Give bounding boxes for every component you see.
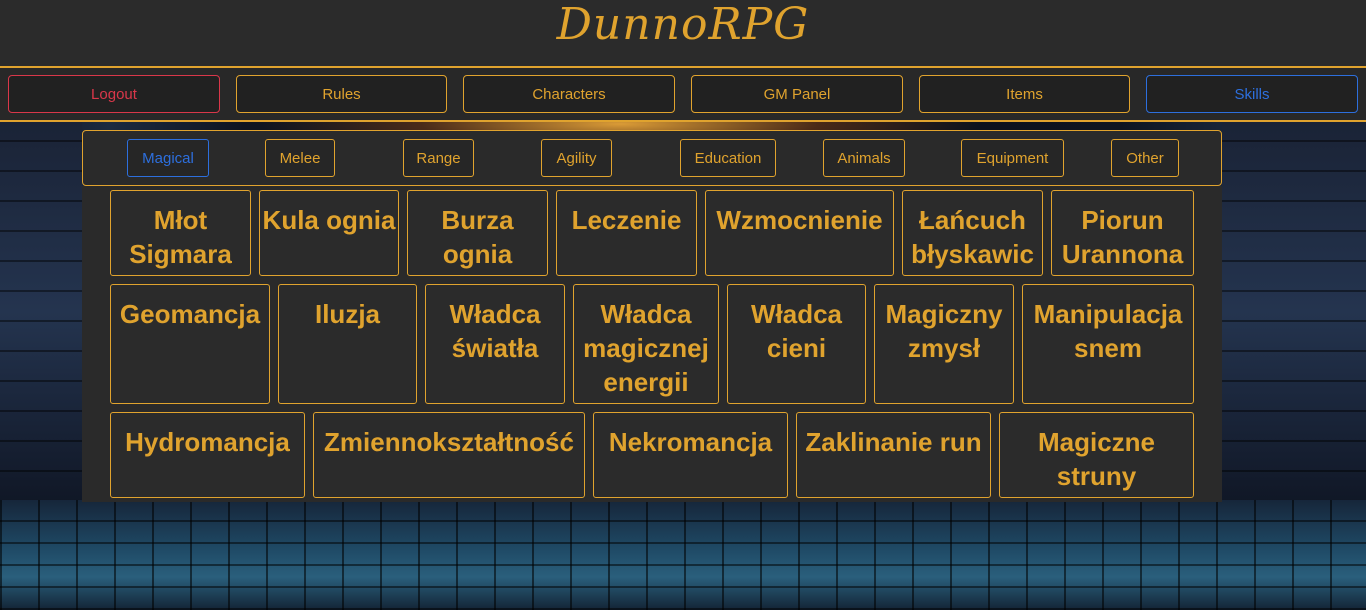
- nav-items-button[interactable]: Items: [919, 75, 1130, 113]
- category-melee-button[interactable]: Melee: [265, 139, 335, 177]
- skill-card[interactable]: Zaklinanie run: [796, 412, 991, 498]
- skill-card[interactable]: Magiczne struny: [999, 412, 1194, 498]
- skill-category-bar: Magical Melee Range Agility Education An…: [82, 130, 1222, 186]
- nav-characters-button[interactable]: Characters: [463, 75, 675, 113]
- category-magical-button[interactable]: Magical: [127, 139, 209, 177]
- category-equipment-button[interactable]: Equipment: [961, 139, 1064, 177]
- skill-card[interactable]: Magiczny zmysł: [874, 284, 1014, 404]
- skill-card[interactable]: Burza ognia: [407, 190, 548, 276]
- logout-button[interactable]: Logout: [8, 75, 220, 113]
- skill-card[interactable]: Wzmocnienie: [705, 190, 894, 276]
- skill-card[interactable]: Manipulacja snem: [1022, 284, 1194, 404]
- skills-grid: Młot Sigmara Kula ognia Burza ognia Lecz…: [82, 186, 1222, 502]
- skill-card[interactable]: Nekromancja: [593, 412, 788, 498]
- skill-card[interactable]: Zmiennokształtność: [313, 412, 585, 498]
- skill-card[interactable]: Iluzja: [278, 284, 417, 404]
- background-wall-right: [1222, 122, 1366, 502]
- category-education-button[interactable]: Education: [680, 139, 776, 177]
- skill-card[interactable]: Młot Sigmara: [110, 190, 251, 276]
- nav-gm-panel-button[interactable]: GM Panel: [691, 75, 903, 113]
- skill-card[interactable]: Hydromancja: [110, 412, 305, 498]
- nav-skills-button[interactable]: Skills: [1146, 75, 1358, 113]
- skill-card[interactable]: Kula ognia: [259, 190, 399, 276]
- skill-card[interactable]: Łańcuch błyskawic: [902, 190, 1043, 276]
- category-agility-button[interactable]: Agility: [541, 139, 612, 177]
- background-wall-left: [0, 122, 82, 502]
- skill-card[interactable]: Władca magicznej energii: [573, 284, 719, 404]
- skill-card[interactable]: Leczenie: [556, 190, 697, 276]
- main-nav: Logout Rules Characters GM Panel Items S…: [0, 68, 1366, 122]
- skill-card[interactable]: Władca cieni: [727, 284, 866, 404]
- category-other-button[interactable]: Other: [1111, 139, 1179, 177]
- category-range-button[interactable]: Range: [403, 139, 474, 177]
- skill-card[interactable]: Władca światła: [425, 284, 565, 404]
- brand-title[interactable]: DunnoRPG: [557, 0, 810, 50]
- nav-rules-button[interactable]: Rules: [236, 75, 447, 113]
- category-animals-button[interactable]: Animals: [823, 139, 905, 177]
- skill-card[interactable]: Piorun Urannona: [1051, 190, 1194, 276]
- site-header: DunnoRPG: [0, 0, 1366, 68]
- background-floor: [0, 500, 1366, 610]
- skill-card[interactable]: Geomancja: [110, 284, 270, 404]
